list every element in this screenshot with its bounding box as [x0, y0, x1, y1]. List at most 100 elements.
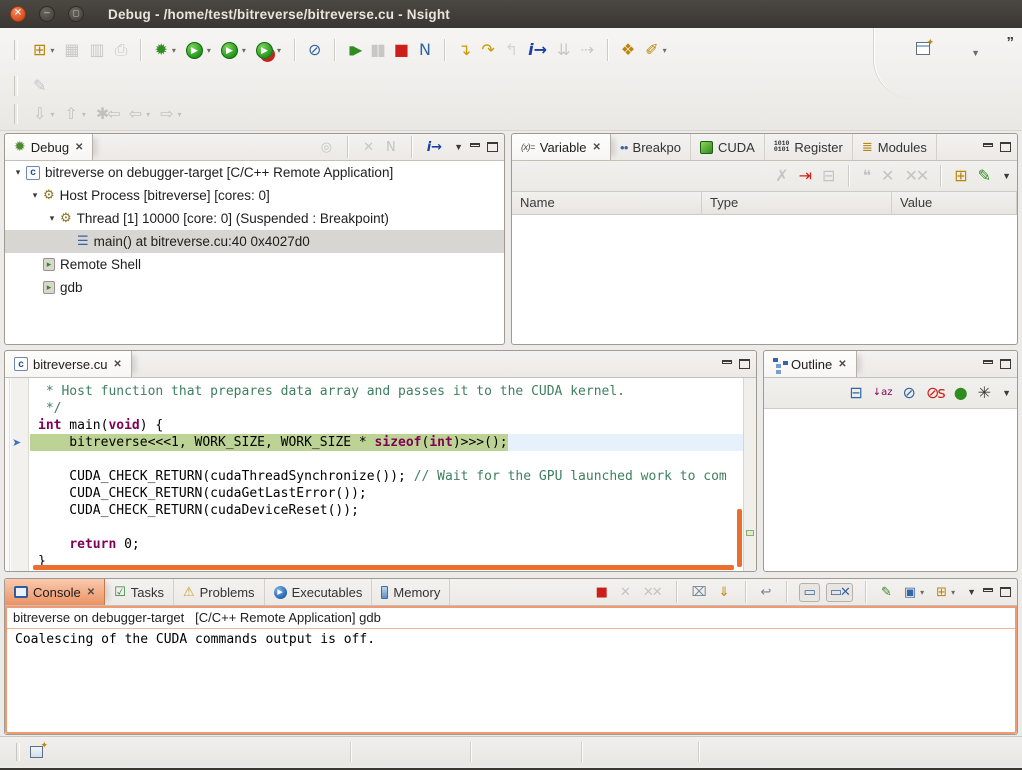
- search-dropdown-icon[interactable]: ▾: [663, 46, 667, 55]
- debug-tree-item[interactable]: ▾⚙Thread [1] 10000 [core: 0] (Suspended …: [5, 207, 504, 230]
- edit-console-button[interactable]: ✎: [878, 584, 895, 601]
- close-tab-icon[interactable]: ✕: [87, 587, 95, 598]
- outline-body[interactable]: [764, 409, 1017, 571]
- open-console-dropdown-icon[interactable]: ▾: [951, 588, 955, 597]
- sort-button[interactable]: ↓az: [870, 386, 896, 400]
- debug-dropdown-icon[interactable]: ▾: [172, 46, 176, 55]
- close-tab-icon[interactable]: ✕: [75, 142, 83, 153]
- close-tab-icon[interactable]: ✕: [838, 359, 846, 370]
- tab-console[interactable]: Console✕: [5, 579, 105, 605]
- code-line[interactable]: CUDA_CHECK_RETURN(cudaDeviceReset());: [30, 502, 743, 519]
- view-menu-icon[interactable]: ▼: [967, 587, 976, 597]
- minimize-view-icon[interactable]: [722, 360, 732, 364]
- collapse-all-button[interactable]: ⊟: [846, 383, 865, 403]
- toolbar-handle[interactable]: [14, 40, 18, 60]
- debug-tree-item[interactable]: ▸gdb: [5, 276, 504, 299]
- minimize-view-icon[interactable]: [983, 588, 993, 592]
- close-button[interactable]: ✕: [10, 6, 26, 22]
- tab-memory[interactable]: Memory: [372, 579, 450, 605]
- tab-bitreverse-cu[interactable]: c bitreverse.cu ✕: [5, 351, 132, 377]
- hide-static-members-button[interactable]: ⊘s: [923, 383, 947, 403]
- maximize-view-icon[interactable]: [739, 359, 750, 369]
- fast-view-icon[interactable]: [30, 746, 43, 758]
- code-line[interactable]: return 0;: [30, 536, 743, 553]
- pin-console-button[interactable]: ▭: [799, 583, 819, 602]
- perspective-dropdown-icon[interactable]: ▼: [971, 48, 980, 58]
- debug-tree-item[interactable]: ▾cbitreverse on debugger-target [C/C++ R…: [5, 161, 504, 184]
- word-wrap-button[interactable]: ↩: [758, 584, 775, 601]
- configure-columns-button[interactable]: ✎: [975, 166, 994, 186]
- overview-ruler[interactable]: [743, 378, 756, 571]
- vertical-scrollbar[interactable]: [737, 509, 742, 567]
- code-line[interactable]: [30, 451, 743, 468]
- code-line-current[interactable]: bitreverse<<<1, WORK_SIZE, WORK_SIZE * s…: [30, 434, 743, 451]
- column-type[interactable]: Type: [702, 192, 892, 214]
- code-line[interactable]: CUDA_CHECK_RETURN(cudaThreadSynchronize(…: [30, 468, 743, 485]
- new-wizard-dropdown-icon[interactable]: ▾: [50, 46, 54, 55]
- minimize-view-icon[interactable]: [983, 143, 993, 147]
- maximize-view-icon[interactable]: [1000, 359, 1011, 369]
- tab-modules[interactable]: ≣Modules: [853, 134, 937, 160]
- add-rendering-button[interactable]: ⊞: [951, 166, 970, 186]
- terminate-button[interactable]: ■: [593, 584, 611, 601]
- debug-tree-item[interactable]: ☰main() at bitreverse.cu:40 0x4027d0: [5, 230, 504, 253]
- minimize-view-icon[interactable]: [470, 143, 480, 147]
- maximize-view-icon[interactable]: [487, 142, 498, 152]
- code-line[interactable]: int main(void) {: [30, 417, 743, 434]
- run-button[interactable]: ▶▾: [183, 40, 214, 61]
- add-global-variables-button[interactable]: ⇥: [796, 166, 815, 186]
- tab-breakpo[interactable]: ●●Breakpo: [611, 134, 691, 160]
- clear-console-button[interactable]: ⌧: [689, 584, 710, 601]
- profile-dropdown-icon[interactable]: ▾: [242, 46, 246, 55]
- run-dropdown-icon[interactable]: ▾: [207, 46, 211, 55]
- disconnect-button[interactable]: N: [416, 40, 434, 60]
- column-value[interactable]: Value: [892, 192, 1017, 214]
- statusbar-handle[interactable]: [16, 743, 20, 761]
- display-selected-console-dropdown-icon[interactable]: ▾: [920, 588, 924, 597]
- maximize-view-icon[interactable]: [1000, 587, 1011, 597]
- code-line[interactable]: */: [30, 400, 743, 417]
- maximize-button[interactable]: ▢: [68, 6, 84, 22]
- editor-annotation-ruler[interactable]: ➤: [11, 378, 29, 571]
- code-line[interactable]: CUDA_CHECK_RETURN(cudaGetLastError());: [30, 485, 743, 502]
- tab-tasks[interactable]: ☑Tasks: [105, 579, 174, 605]
- display-selected-console-button[interactable]: ▣▾: [901, 584, 927, 601]
- tab-problems[interactable]: ⚠Problems: [174, 579, 265, 605]
- scroll-lock-button[interactable]: ⇓: [716, 584, 733, 601]
- debug-perspective-button[interactable]: [913, 40, 933, 57]
- debug-tree-item[interactable]: ▸Remote Shell: [5, 253, 504, 276]
- code-area[interactable]: * Host function that prepares data array…: [30, 378, 743, 571]
- tab-executables[interactable]: ▶Executables: [265, 579, 373, 605]
- instruction-stepping-button[interactable]: i→: [525, 40, 550, 60]
- toolbar-handle[interactable]: [14, 76, 18, 96]
- external-tools-dropdown-icon[interactable]: ▾: [277, 46, 281, 55]
- hide-inactive-button[interactable]: ✳: [975, 383, 994, 403]
- maximize-view-icon[interactable]: [1000, 142, 1011, 152]
- minimize-button[interactable]: –: [39, 6, 55, 22]
- search-button[interactable]: ✐▾: [642, 40, 669, 60]
- tab-cuda[interactable]: CUDA: [691, 134, 765, 160]
- open-console-button[interactable]: ⊞▾: [933, 584, 958, 601]
- resume-button[interactable]: ▮▶: [345, 42, 363, 58]
- view-menu-icon[interactable]: ▼: [1002, 171, 1011, 181]
- debug-button[interactable]: ✹▾: [151, 40, 178, 60]
- step-over-button[interactable]: ↷: [478, 40, 497, 60]
- view-menu-icon[interactable]: ▼: [454, 142, 463, 152]
- tab-variable[interactable]: (x)=Variable✕: [512, 134, 611, 160]
- tree-expander-icon[interactable]: ▾: [47, 213, 57, 224]
- view-menu-icon[interactable]: ▼: [1002, 388, 1011, 398]
- code-line[interactable]: * Host function that prepares data array…: [30, 383, 743, 400]
- hide-non-public-button[interactable]: ●: [951, 383, 971, 403]
- minimize-view-icon[interactable]: [983, 360, 993, 364]
- column-name[interactable]: Name: [512, 192, 702, 214]
- toolbar-handle[interactable]: [14, 104, 18, 124]
- horizontal-scrollbar[interactable]: [33, 565, 734, 570]
- console-output[interactable]: Coalescing of the CUDA commands output i…: [7, 629, 1015, 650]
- external-tools-button[interactable]: ▶▾: [253, 40, 284, 61]
- tab-debug[interactable]: ✹ Debug ✕: [5, 134, 93, 160]
- editor-breakpoint-ruler[interactable]: [5, 378, 10, 571]
- tree-expander-icon[interactable]: ▾: [13, 167, 23, 178]
- tab-register[interactable]: 10100101Register: [765, 134, 853, 160]
- skip-all-breakpoints-button[interactable]: ⊘: [305, 40, 324, 60]
- debug-tree-item[interactable]: ▾⚙Host Process [bitreverse] [cores: 0]: [5, 184, 504, 207]
